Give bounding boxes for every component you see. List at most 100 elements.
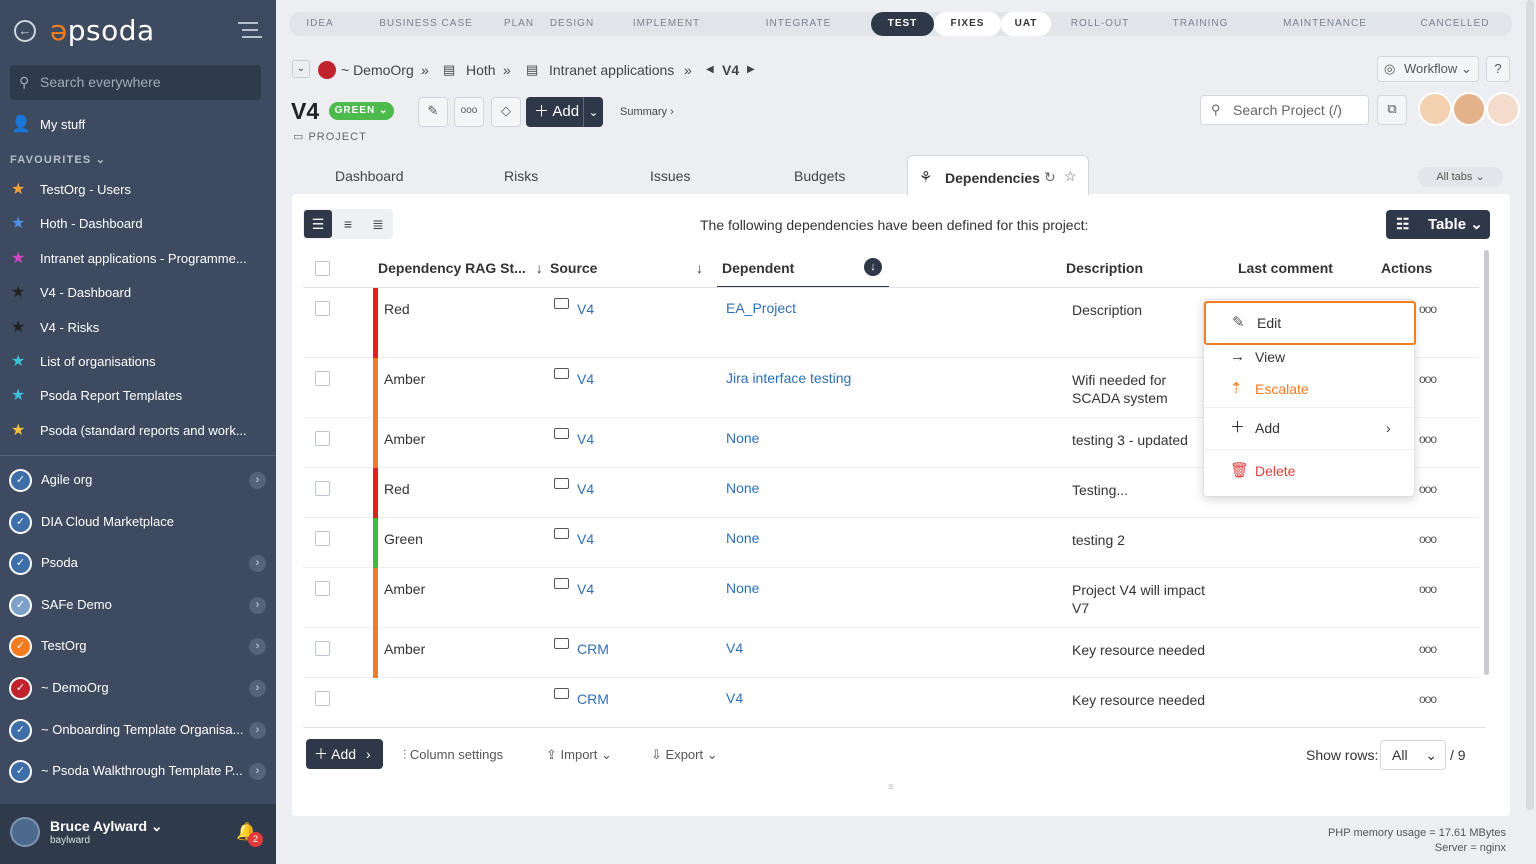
avatar[interactable] [1452,92,1486,126]
table-row[interactable]: Green V4 None testing 2 ooo [303,518,1479,568]
breadcrumb-project[interactable]: V4 [722,60,739,80]
chevron-right-icon[interactable]: › [249,472,266,489]
tab-risks[interactable]: Risks [504,168,538,184]
tab-dependencies[interactable]: ⚘ Dependencies ↻ ☆ [907,155,1089,195]
breadcrumb-org[interactable]: ~ DemoOrg [341,60,414,80]
phase-design[interactable]: DESIGN [537,12,607,36]
refresh-icon[interactable]: ↻ [1044,169,1056,186]
org-item[interactable]: ✓ DIA Cloud Marketplace [0,502,276,542]
favourite-item[interactable]: ★ V4 - Dashboard [0,277,276,309]
column-header-description[interactable]: Description [1066,260,1143,276]
org-item[interactable]: ✓ TestOrg › [0,626,276,666]
user-name[interactable]: Bruce Aylward ⌄ [50,818,163,835]
chevron-down-icon[interactable]: ⌄ [292,60,310,78]
row-checkbox[interactable] [315,371,330,386]
all-tabs-button[interactable]: All tabs ⌄ [1418,167,1503,187]
phase-integrate[interactable]: INTEGRATE [726,12,871,36]
more-icon[interactable]: ooo [454,97,484,127]
select-all-checkbox[interactable] [315,261,330,276]
sort-arrow-icon[interactable]: ↓ [536,260,543,276]
rows-per-page-select[interactable]: All ⌄ [1380,740,1446,770]
row-checkbox[interactable] [315,691,330,706]
external-link-icon[interactable]: ⧉ [1377,95,1407,125]
avatar[interactable] [10,817,40,847]
table-row[interactable]: Amber V4 None Project V4 will impact V7 ooo [303,568,1479,628]
row-checkbox[interactable] [315,301,330,316]
phase-cancelled[interactable]: CANCELLED [1398,12,1512,36]
project-search-input[interactable]: ⚲ Search Project (/) [1200,95,1369,125]
my-stuff-link[interactable]: 👤 My stuff [0,109,276,141]
sidebar-search-input[interactable]: ⚲ Search everywhere [10,65,261,100]
phase-training[interactable]: TRAINING [1149,12,1252,36]
favourite-item[interactable]: ★ Psoda Report Templates [0,380,276,412]
avatar[interactable] [1418,92,1452,126]
favourites-heading[interactable]: FAVOURITES ⌄ [10,153,106,166]
resize-handle-icon[interactable]: ≡ [888,782,894,793]
phase-plan[interactable]: PLAN [501,12,537,36]
phase-roll-out[interactable]: ROLL-OUT [1051,12,1149,36]
row-actions-icon[interactable]: ooo [1419,432,1437,446]
favourite-item[interactable]: ★ V4 - Risks [0,312,276,344]
source-link[interactable]: V4 [577,431,594,447]
dependent-link[interactable]: None [726,430,759,446]
source-link[interactable]: V4 [577,531,594,547]
window-scrollbar[interactable] [1526,0,1534,810]
org-item[interactable]: ✓ ~ DemoOrg › [0,668,276,708]
dependent-link[interactable]: V4 [726,640,743,656]
footer-add-button[interactable]: ＋ Add › [306,739,383,769]
tab-issues[interactable]: Issues [650,168,690,184]
column-header-last-comment[interactable]: Last comment [1238,260,1333,276]
table-row[interactable]: CRM V4 Key resource needed ooo [303,678,1479,728]
back-icon[interactable]: ← [14,20,36,42]
org-item[interactable]: ✓ Psoda › [0,543,276,583]
phase-fixes[interactable]: FIXES [934,12,1001,36]
dependent-link[interactable]: Jira interface testing [726,370,851,386]
row-actions-icon[interactable]: ooo [1419,692,1437,706]
delete-menu-item[interactable]: 🗑 Delete [1204,455,1414,487]
list-view-icon[interactable]: ☰ [304,210,332,238]
org-item[interactable]: ✓ ~ Psoda Walkthrough Template P... › [0,751,276,791]
star-icon[interactable]: ☆ [1064,168,1077,185]
sort-desc-icon[interactable]: ↓ [864,258,882,276]
chevron-down-icon[interactable]: ⌄ [583,97,603,127]
org-item[interactable]: ✓ Agile org › [0,460,276,500]
breadcrumb-programme[interactable]: Hoth [466,60,496,80]
user-panel[interactable]: Bruce Aylward ⌄ baylward 🔔 2 [0,804,276,864]
row-actions-icon[interactable]: ooo [1419,642,1437,656]
phase-maintenance[interactable]: MAINTENANCE [1252,12,1398,36]
row-actions-icon[interactable]: ooo [1419,482,1437,496]
chevron-right-icon[interactable]: › [249,555,266,573]
table-view-button[interactable]: ☷ Table ⌄ [1386,210,1490,239]
collapse-menu-icon[interactable] [238,22,262,40]
row-checkbox[interactable] [315,641,330,656]
dependent-link[interactable]: None [726,530,759,546]
sort-arrow-icon[interactable]: ↓ [696,260,703,276]
edit-menu-item[interactable]: ✎ Edit [1204,301,1416,345]
row-checkbox[interactable] [315,481,330,496]
help-button[interactable]: ? [1486,56,1510,82]
breadcrumb-portfolio[interactable]: Intranet applications [549,60,674,80]
source-link[interactable]: V4 [577,371,594,387]
dependent-link[interactable]: V4 [726,690,743,706]
tab-dashboard[interactable]: Dashboard [335,168,404,184]
tag-icon[interactable]: ◇ [491,97,521,127]
column-settings-button[interactable]: ⫶ Column settings [403,747,503,763]
row-actions-icon[interactable]: ooo [1419,582,1437,596]
dependent-link[interactable]: EA_Project [726,300,796,316]
favourite-item[interactable]: ★ TestOrg - Users [0,174,276,206]
phase-implement[interactable]: IMPLEMENT [607,12,726,36]
dependent-link[interactable]: None [726,580,759,596]
chevron-right-icon[interactable]: › [249,721,266,739]
org-item[interactable]: ✓ ~ Onboarding Template Organisa... › [0,710,276,750]
column-header-rag[interactable]: Dependency RAG St... ↓ [378,260,543,276]
compact-view-icon[interactable]: ≡ [334,210,362,238]
next-arrow-icon[interactable]: ▶ [747,60,755,80]
export-button[interactable]: ⇩ Export ⌄ [651,747,718,763]
phase-idea[interactable]: IDEA [289,12,351,36]
edit-icon[interactable]: ✎ [418,97,448,127]
org-item[interactable]: ✓ SAFe Demo › [0,585,276,625]
chevron-right-icon[interactable]: › [249,596,266,614]
favourite-item[interactable]: ★ Hoth - Dashboard [0,208,276,240]
row-actions-icon[interactable]: ooo [1419,302,1437,316]
row-actions-icon[interactable]: ooo [1419,372,1437,386]
